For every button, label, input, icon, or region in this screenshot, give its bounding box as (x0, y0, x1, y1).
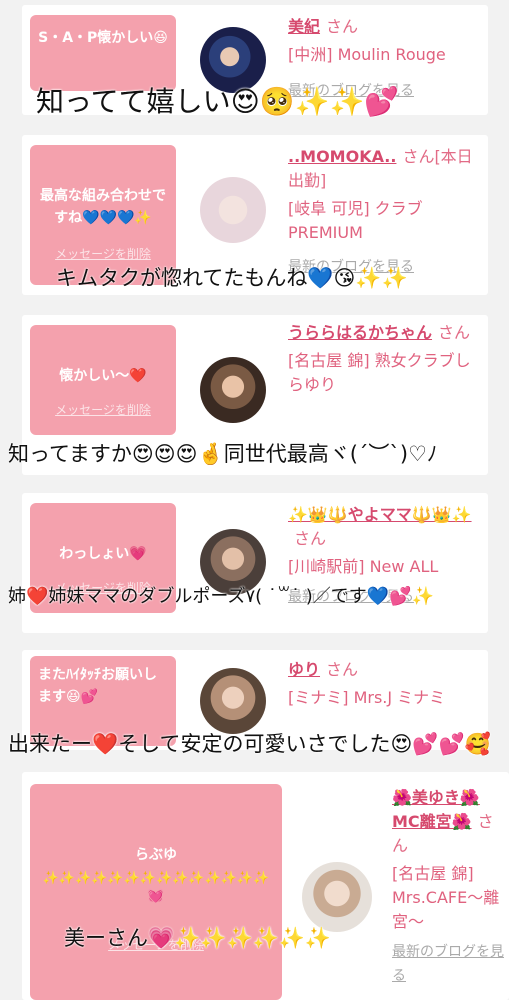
comment-overlay: 美ーさん💗✨✨✨✨✨✨ (64, 926, 332, 950)
message-bubble: らぶゆ ✨✨✨✨✨✨✨✨✨✨✨✨✨✨💓 メッセージを削除 (30, 784, 282, 1000)
user-name-link[interactable]: ..MOMOKA.. (288, 147, 396, 166)
message-text: わっしょい💗 (59, 546, 147, 562)
avatar[interactable] (200, 357, 266, 423)
shop-info: [ミナミ] Mrs.J ミナミ (288, 688, 446, 707)
honorific: さん (326, 17, 359, 36)
user-name-link[interactable]: 🌺美ゆき🌺MC離宮🌺 (392, 788, 480, 831)
shop-info: [岐阜 可児] クラブPREMIUM (288, 199, 423, 242)
message-bubble: 懐かしい〜❤️ メッセージを削除 (30, 325, 176, 435)
user-name-link[interactable]: ゆり (288, 660, 320, 679)
shop-info: [川崎駅前] New ALL (288, 557, 439, 576)
comment-overlay: 出来たー❤️そして安定の可愛いさでした😍💕💕🥰 (8, 732, 491, 756)
comment-overlay: 知ってますか😍😍😍🤞同世代最高ヾ(´︶`)♡ﾉ (8, 442, 438, 466)
message-text: S・A・P懐かしい😆 (38, 30, 168, 46)
user-name-link[interactable]: ✨👑🔱やよママ🔱👑✨ (288, 505, 472, 524)
honorific: さん (326, 660, 359, 679)
user-name-link[interactable]: 美紀 (288, 17, 320, 36)
message-text: またﾊｲﾀｯﾁお願いします😆💕 (38, 667, 157, 705)
user-info: 🌺美ゆき🌺MC離宮🌺 さん [名古屋 錦] Mrs.CAFE〜離宮〜 最新のブログ… (392, 786, 507, 988)
shop-info: [名古屋 錦] Mrs.CAFE〜離宮〜 (392, 864, 500, 931)
honorific: さん (294, 529, 327, 548)
comment-overlay: 知ってて嬉しい😍🥺✨✨💕 (36, 85, 400, 118)
message-sparkles: ✨✨✨✨✨✨✨✨✨✨✨✨✨✨💓 (42, 871, 270, 904)
shop-info: [中洲] Moulin Rouge (288, 45, 446, 64)
avatar[interactable] (200, 668, 266, 734)
avatar[interactable] (200, 177, 266, 243)
user-info: うららはるかちゃん さん [名古屋 錦] 熟女クラブしらゆり (288, 321, 484, 397)
message-text: らぶゆ (135, 847, 177, 863)
user-name-link[interactable]: うららはるかちゃん (288, 323, 432, 342)
message-card: らぶゆ ✨✨✨✨✨✨✨✨✨✨✨✨✨✨💓 メッセージを削除 🌺美ゆき🌺MC離宮🌺 さ… (22, 772, 509, 1000)
comment-overlay: キムタクが惚れてたもんね💙😘✨✨ (56, 266, 408, 290)
message-card: わっしょい💗 メッセージを削除 ✨👑🔱やよママ🔱👑✨さん [川崎駅前] New … (22, 493, 488, 633)
latest-blog-link[interactable]: 最新のブログを見る (392, 940, 507, 988)
comment-overlay: 姉❤️姉妹ママのダブルポーズ۷( ˙꒳​˙ )／です💙💕✨ (8, 586, 434, 607)
user-info: ゆり さん [ミナミ] Mrs.J ミナミ (288, 658, 484, 710)
delete-message-link[interactable]: メッセージを削除 (30, 399, 176, 421)
user-info: ..MOMOKA.. さん[本日出勤] [岐阜 可児] クラブPREMIUM 最新… (288, 145, 484, 279)
message-text: 最高な組み合わせですね💙💙💙✨ (40, 188, 166, 226)
shop-info: [名古屋 錦] 熟女クラブしらゆり (288, 351, 471, 394)
honorific: さん (438, 323, 471, 342)
message-text: 懐かしい〜❤️ (59, 368, 147, 384)
